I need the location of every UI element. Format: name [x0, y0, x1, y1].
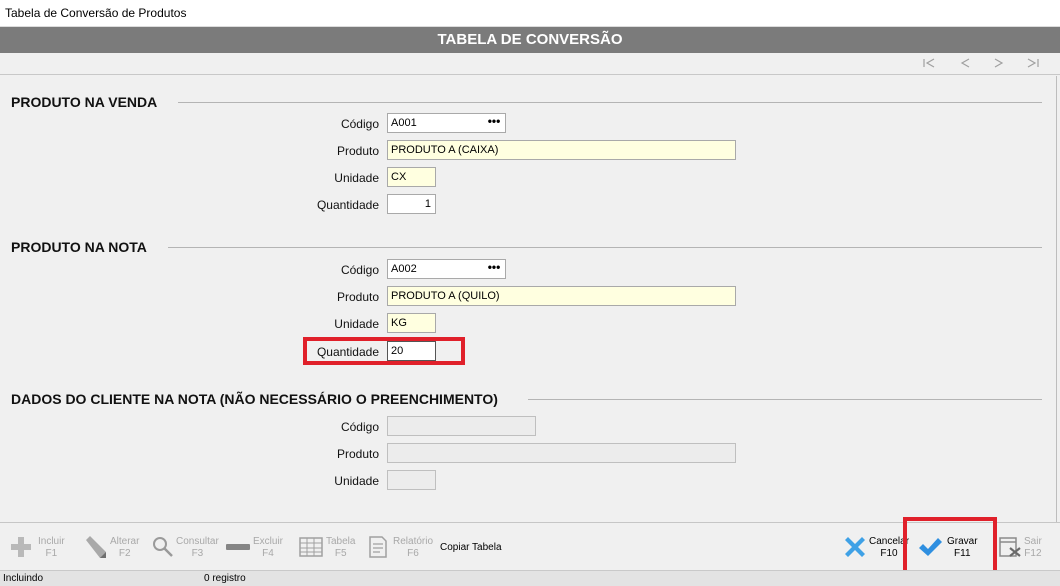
relatorio-button[interactable]: Relatório F6 [365, 531, 433, 567]
sair-shortcut: F12 [1024, 548, 1042, 559]
alterar-button[interactable]: Alterar F2 [82, 531, 144, 567]
table-icon [299, 537, 323, 557]
consultar-shortcut: F3 [191, 548, 204, 559]
next-record-icon[interactable] [992, 57, 1006, 69]
nota-produto-label: Produto [336, 290, 379, 304]
alterar-shortcut: F2 [118, 548, 131, 559]
section-divider [178, 102, 1042, 103]
copiar-tabela-label: Copiar Tabela [440, 542, 502, 553]
venda-unidade-label: Unidade [334, 171, 379, 185]
cancelar-shortcut: F10 [880, 548, 898, 559]
status-mode: Incluindo [3, 573, 44, 584]
cliente-unidade-input[interactable] [387, 470, 436, 490]
relatorio-label: Relatório [393, 536, 434, 547]
window-title: Tabela de Conversão de Produtos [5, 6, 187, 20]
form-panel: PRODUTO NA VENDA Código A001 ••• Produto… [0, 76, 1057, 522]
record-navigation [0, 53, 1060, 75]
venda-produto-label: Produto [336, 144, 379, 158]
magnifier-icon [153, 537, 173, 557]
incluir-button[interactable]: Incluir F1 [8, 531, 70, 567]
nota-codigo-value: A002 [391, 263, 417, 275]
minus-icon [226, 544, 250, 550]
pencil-icon [86, 536, 106, 558]
excluir-button[interactable]: Excluir F4 [225, 531, 287, 567]
cliente-codigo-label: Código [340, 420, 379, 434]
plus-icon [11, 537, 31, 557]
action-toolbar: Incluir F1 Alterar F2 Consultar F3 Excluir F… [0, 517, 1060, 579]
section-title-nota: PRODUTO NA NOTA [11, 239, 147, 255]
relatorio-shortcut: F6 [407, 548, 419, 559]
cliente-produto-input[interactable] [387, 443, 736, 463]
alterar-label: Alterar [110, 536, 140, 547]
excluir-label: Excluir [253, 536, 284, 547]
exit-icon [999, 537, 1021, 557]
cliente-produto-label: Produto [336, 447, 379, 461]
nota-unidade-input[interactable]: KG [387, 313, 436, 333]
tabela-label: Tabela [326, 536, 356, 547]
window-titlebar: Tabela de Conversão de Produtos [0, 0, 1060, 27]
last-record-icon[interactable] [1026, 57, 1040, 69]
venda-codigo-label: Código [340, 117, 379, 131]
cliente-unidade-label: Unidade [334, 474, 379, 488]
highlight-quantidade [303, 337, 465, 365]
report-icon [369, 536, 387, 558]
venda-unidade-input[interactable]: CX [387, 167, 436, 187]
venda-codigo-value: A001 [391, 117, 417, 129]
section-title-cliente: DADOS DO CLIENTE NA NOTA (NÃO NECESSÁRIO… [11, 391, 498, 407]
venda-codigo-lookup-button[interactable]: ••• [483, 114, 505, 132]
section-divider [528, 399, 1042, 400]
status-bar: Incluindo 0 registro [0, 570, 1060, 586]
nota-codigo-lookup-button[interactable]: ••• [483, 260, 505, 278]
consultar-button[interactable]: Consultar F3 [150, 531, 220, 567]
tabela-button[interactable]: Tabela F5 [298, 531, 358, 567]
section-title-venda: PRODUTO NA VENDA [11, 94, 158, 110]
cancelar-button[interactable]: Cancelar F10 [842, 531, 909, 567]
cliente-codigo-input[interactable] [387, 416, 536, 436]
excluir-shortcut: F4 [262, 548, 274, 559]
venda-quantidade-input[interactable]: 1 [387, 194, 436, 214]
previous-record-icon[interactable] [958, 57, 972, 69]
incluir-label: Incluir [38, 536, 65, 547]
nota-codigo-label: Código [340, 263, 379, 277]
venda-quantidade-label: Quantidade [316, 198, 379, 212]
sair-button[interactable]: Sair F12 [998, 531, 1048, 567]
copiar-tabela-button[interactable]: Copiar Tabela [440, 531, 502, 567]
status-record-count: 0 registro [204, 573, 246, 584]
section-divider [168, 247, 1042, 248]
nota-unidade-label: Unidade [334, 317, 379, 331]
form-title: TABELA DE CONVERSÃO [0, 27, 1060, 53]
first-record-icon[interactable] [922, 57, 936, 69]
sair-label: Sair [1024, 536, 1042, 547]
consultar-label: Consultar [176, 536, 219, 547]
tabela-shortcut: F5 [334, 548, 347, 559]
cancel-x-icon [845, 537, 865, 557]
incluir-shortcut: F1 [45, 548, 58, 559]
nota-produto-input[interactable]: PRODUTO A (QUILO) [387, 286, 736, 306]
venda-produto-input[interactable]: PRODUTO A (CAIXA) [387, 140, 736, 160]
